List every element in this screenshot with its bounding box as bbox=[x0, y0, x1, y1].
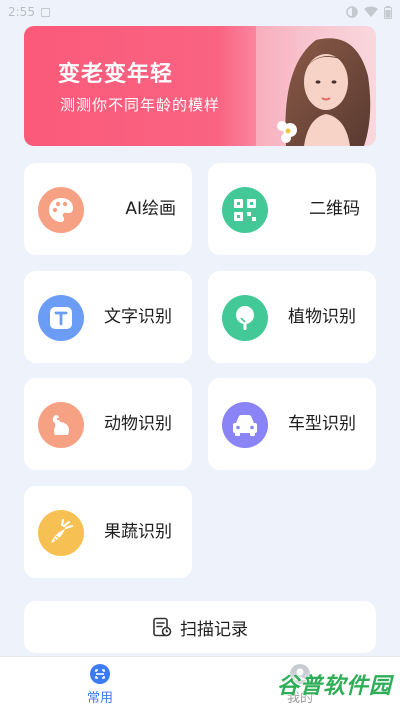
fruit-veg-recognition-card[interactable]: 果蔬识别 bbox=[24, 486, 192, 578]
text-recognition-icon bbox=[38, 295, 84, 341]
fruit-veg-recognition-label: 果蔬识别 bbox=[104, 522, 172, 542]
qrcode-card[interactable]: 二维码 bbox=[208, 163, 376, 255]
age-change-banner[interactable]: 变老变年轻 测测你不同年龄的模样 bbox=[24, 26, 376, 146]
status-bar: 2:55 bbox=[0, 0, 400, 24]
banner-subtitle: 测测你不同年龄的模样 bbox=[60, 96, 221, 114]
car-recognition-label: 车型识别 bbox=[288, 414, 356, 434]
status-time: 2:55 bbox=[8, 5, 35, 19]
animal-icon bbox=[38, 402, 84, 448]
portrait-image bbox=[256, 26, 376, 146]
car-icon bbox=[222, 402, 268, 448]
nav-tab-common-label: 常用 bbox=[86, 691, 113, 706]
tree-icon bbox=[222, 295, 268, 341]
ai-painting-label: AI绘画 bbox=[125, 199, 176, 219]
wifi-icon bbox=[364, 6, 378, 17]
ai-painting-card[interactable]: AI绘画 bbox=[24, 163, 192, 255]
qrcode-label: 二维码 bbox=[309, 199, 360, 219]
text-recognition-card[interactable]: 文字识别 bbox=[24, 271, 192, 363]
scan-record-icon bbox=[153, 617, 172, 637]
watermark-logo: 谷普软件园 bbox=[276, 674, 392, 699]
dnd-icon bbox=[346, 6, 358, 18]
notification-icon bbox=[40, 7, 50, 17]
palette-icon bbox=[38, 187, 84, 233]
scan-record-label: 扫描记录 bbox=[180, 619, 248, 640]
scan-record-button[interactable]: 扫描记录 bbox=[24, 601, 376, 653]
qrcode-icon bbox=[222, 187, 268, 233]
battery-icon bbox=[384, 5, 392, 19]
car-recognition-card[interactable]: 车型识别 bbox=[208, 378, 376, 470]
home-scan-icon bbox=[90, 664, 110, 684]
text-recognition-label: 文字识别 bbox=[104, 307, 172, 327]
nav-tab-common[interactable]: 常用 bbox=[60, 663, 140, 707]
banner-title: 变老变年轻 bbox=[58, 62, 174, 87]
animal-recognition-card[interactable]: 动物识别 bbox=[24, 378, 192, 470]
animal-recognition-label: 动物识别 bbox=[104, 414, 172, 434]
carrot-icon bbox=[38, 510, 84, 556]
plant-recognition-label: 植物识别 bbox=[288, 307, 356, 327]
plant-recognition-card[interactable]: 植物识别 bbox=[208, 271, 376, 363]
